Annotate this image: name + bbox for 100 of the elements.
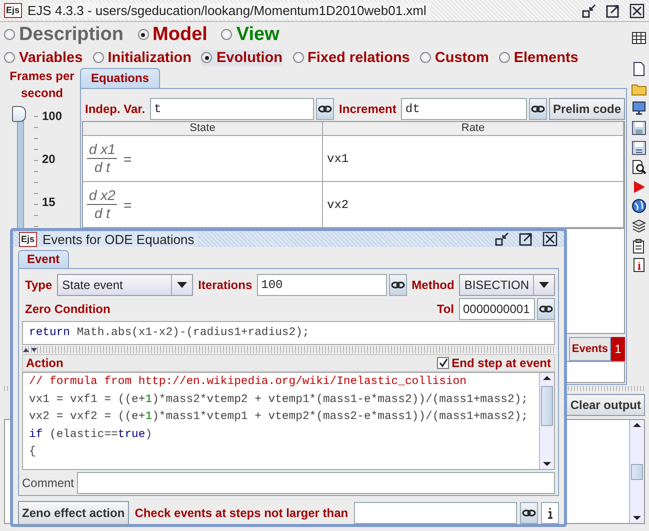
field-label: Increment bbox=[338, 102, 398, 116]
search-icon[interactable] bbox=[631, 159, 647, 176]
link-button[interactable] bbox=[316, 98, 334, 120]
section-radio[interactable]: Initialization bbox=[92, 50, 192, 66]
code-line: vx2 = vxf2 = ((e+1)*mass1*vtemp1 + vtemp2*(mass2-e*mass1))/(mass1+mass2); bbox=[28, 410, 530, 426]
code-line: vx1 = vxf1 = ((e+1)*mass2*vtemp2 + vtemp1*(mass1-e*mass2))/(mass1+mass2); bbox=[28, 392, 530, 408]
column-header: State bbox=[83, 122, 323, 136]
tab[interactable]: Event bbox=[18, 250, 69, 268]
splitter-arrows-icon[interactable] bbox=[22, 346, 38, 352]
zeno-effect-button[interactable]: Zeno effect action bbox=[18, 501, 129, 525]
derivative-formula: d x2 d t bbox=[87, 187, 118, 222]
section-radio[interactable]: Evolution bbox=[201, 50, 283, 66]
play-icon[interactable] bbox=[631, 178, 647, 195]
scroll-down-icon[interactable] bbox=[542, 459, 552, 469]
clear-output-button[interactable]: Clear output bbox=[566, 394, 645, 416]
prelim-code-button[interactable]: Prelim code bbox=[548, 98, 625, 120]
close-icon[interactable] bbox=[542, 231, 558, 247]
dialog-title: Events for ODE Equations bbox=[42, 232, 198, 246]
panel-radio[interactable]: Model bbox=[138, 24, 208, 46]
maximize-icon[interactable] bbox=[605, 2, 621, 18]
section-radio[interactable]: Elements bbox=[498, 50, 578, 66]
new-file-icon[interactable] bbox=[631, 61, 647, 78]
section-label: Action bbox=[25, 356, 64, 370]
dropdown-arrow-icon[interactable] bbox=[177, 281, 188, 289]
link-icon bbox=[318, 104, 332, 114]
section-radio[interactable]: Variables bbox=[4, 50, 83, 66]
section-label: Zero Condition bbox=[24, 302, 112, 316]
maximize-icon[interactable] bbox=[518, 231, 534, 247]
info-icon bbox=[545, 506, 555, 520]
clipboard-icon[interactable] bbox=[631, 238, 647, 254]
table-cell: vx1 bbox=[327, 152, 349, 166]
app-logo: Ejs bbox=[19, 232, 37, 246]
info-icon[interactable] bbox=[631, 257, 647, 274]
type-dropdown[interactable]: State event bbox=[57, 274, 194, 296]
link-icon bbox=[539, 304, 553, 314]
section-radio[interactable]: Custom bbox=[420, 50, 489, 66]
panel-radio[interactable]: View bbox=[221, 24, 280, 46]
tab[interactable]: Equations bbox=[80, 68, 160, 88]
code-editor[interactable] bbox=[22, 372, 555, 470]
tick-label: 100 bbox=[41, 109, 64, 124]
grid-icon[interactable] bbox=[631, 30, 647, 46]
link-icon bbox=[522, 508, 536, 518]
scrollbar-thumb[interactable] bbox=[631, 464, 643, 480]
input-field[interactable] bbox=[354, 502, 517, 524]
field-label: Comment bbox=[22, 476, 74, 490]
scrollbar-thumb[interactable] bbox=[541, 386, 553, 426]
end-step-checkbox[interactable]: End step at event bbox=[434, 356, 554, 370]
code-line: return Math.abs(x1-x2)-(radius1+radius2); bbox=[28, 326, 310, 341]
restore-icon[interactable] bbox=[494, 231, 510, 247]
field-label: Iterations bbox=[197, 278, 254, 292]
dropdown-arrow-icon[interactable] bbox=[539, 281, 549, 289]
input-field[interactable]: t bbox=[150, 98, 314, 120]
app-logo: Ejs bbox=[4, 3, 22, 18]
code-line: if (elastic==true) bbox=[28, 428, 154, 443]
link-icon bbox=[390, 280, 405, 290]
restore-icon[interactable] bbox=[581, 2, 597, 18]
save-icon[interactable] bbox=[631, 120, 647, 136]
slider-thumb[interactable] bbox=[12, 106, 26, 122]
scrollbar[interactable] bbox=[539, 373, 554, 469]
link-button[interactable] bbox=[388, 274, 407, 296]
link-button[interactable] bbox=[528, 98, 547, 120]
globe-icon[interactable] bbox=[631, 198, 647, 214]
code-line: { bbox=[28, 444, 37, 460]
input-field[interactable]: 0000000001 bbox=[459, 298, 535, 320]
slider-label: Frames per second bbox=[8, 68, 76, 102]
code-editor[interactable]: return Math.abs(x1-x2)-(radius1+radius2); bbox=[22, 321, 555, 345]
method-dropdown[interactable]: BISECTION bbox=[459, 274, 555, 296]
monitor-icon[interactable] bbox=[631, 100, 647, 116]
section-radio[interactable]: Fixed relations bbox=[292, 50, 410, 66]
field-label: Tol bbox=[436, 302, 455, 316]
link-icon bbox=[530, 104, 545, 114]
events-tab[interactable]: Events bbox=[568, 337, 611, 361]
link-button[interactable] bbox=[520, 502, 538, 524]
field-label: Type bbox=[24, 278, 54, 292]
code-line: // formula from http://en.wikipedia.org/wiki/Inelastic_collision bbox=[28, 374, 468, 390]
column-header: Rate bbox=[323, 122, 624, 136]
comment-field[interactable] bbox=[77, 472, 555, 494]
window-title: EJS 4.3.3 - users/sgeducation/lookang/Momentum1D2010web01.xml bbox=[28, 3, 430, 18]
save-as-icon[interactable] bbox=[631, 140, 647, 156]
scroll-down-icon[interactable] bbox=[632, 513, 642, 523]
link-button[interactable] bbox=[537, 298, 555, 320]
input-field[interactable]: dt bbox=[401, 98, 527, 120]
tick-label: 15 bbox=[41, 195, 56, 210]
checkmark-icon bbox=[438, 358, 448, 368]
field-label: Indep. Var. bbox=[84, 102, 146, 116]
table-cell: vx2 bbox=[327, 198, 349, 212]
equals-sign: = bbox=[123, 196, 132, 212]
stack-icon[interactable] bbox=[631, 218, 647, 234]
tick-label: 20 bbox=[41, 152, 56, 167]
field-label: Check events at steps not larger than bbox=[134, 506, 350, 520]
derivative-formula: d x1 d t bbox=[87, 141, 118, 176]
scroll-up-icon[interactable] bbox=[632, 420, 642, 430]
field-label: Method bbox=[410, 278, 456, 292]
input-field[interactable]: 100 bbox=[257, 274, 387, 296]
scrollbar[interactable] bbox=[629, 420, 644, 523]
close-icon[interactable] bbox=[629, 2, 645, 18]
info-button[interactable] bbox=[541, 502, 559, 524]
count-badge: 1 bbox=[611, 337, 625, 361]
equals-sign: = bbox=[123, 150, 132, 166]
panel-radio[interactable]: Description bbox=[4, 24, 124, 46]
